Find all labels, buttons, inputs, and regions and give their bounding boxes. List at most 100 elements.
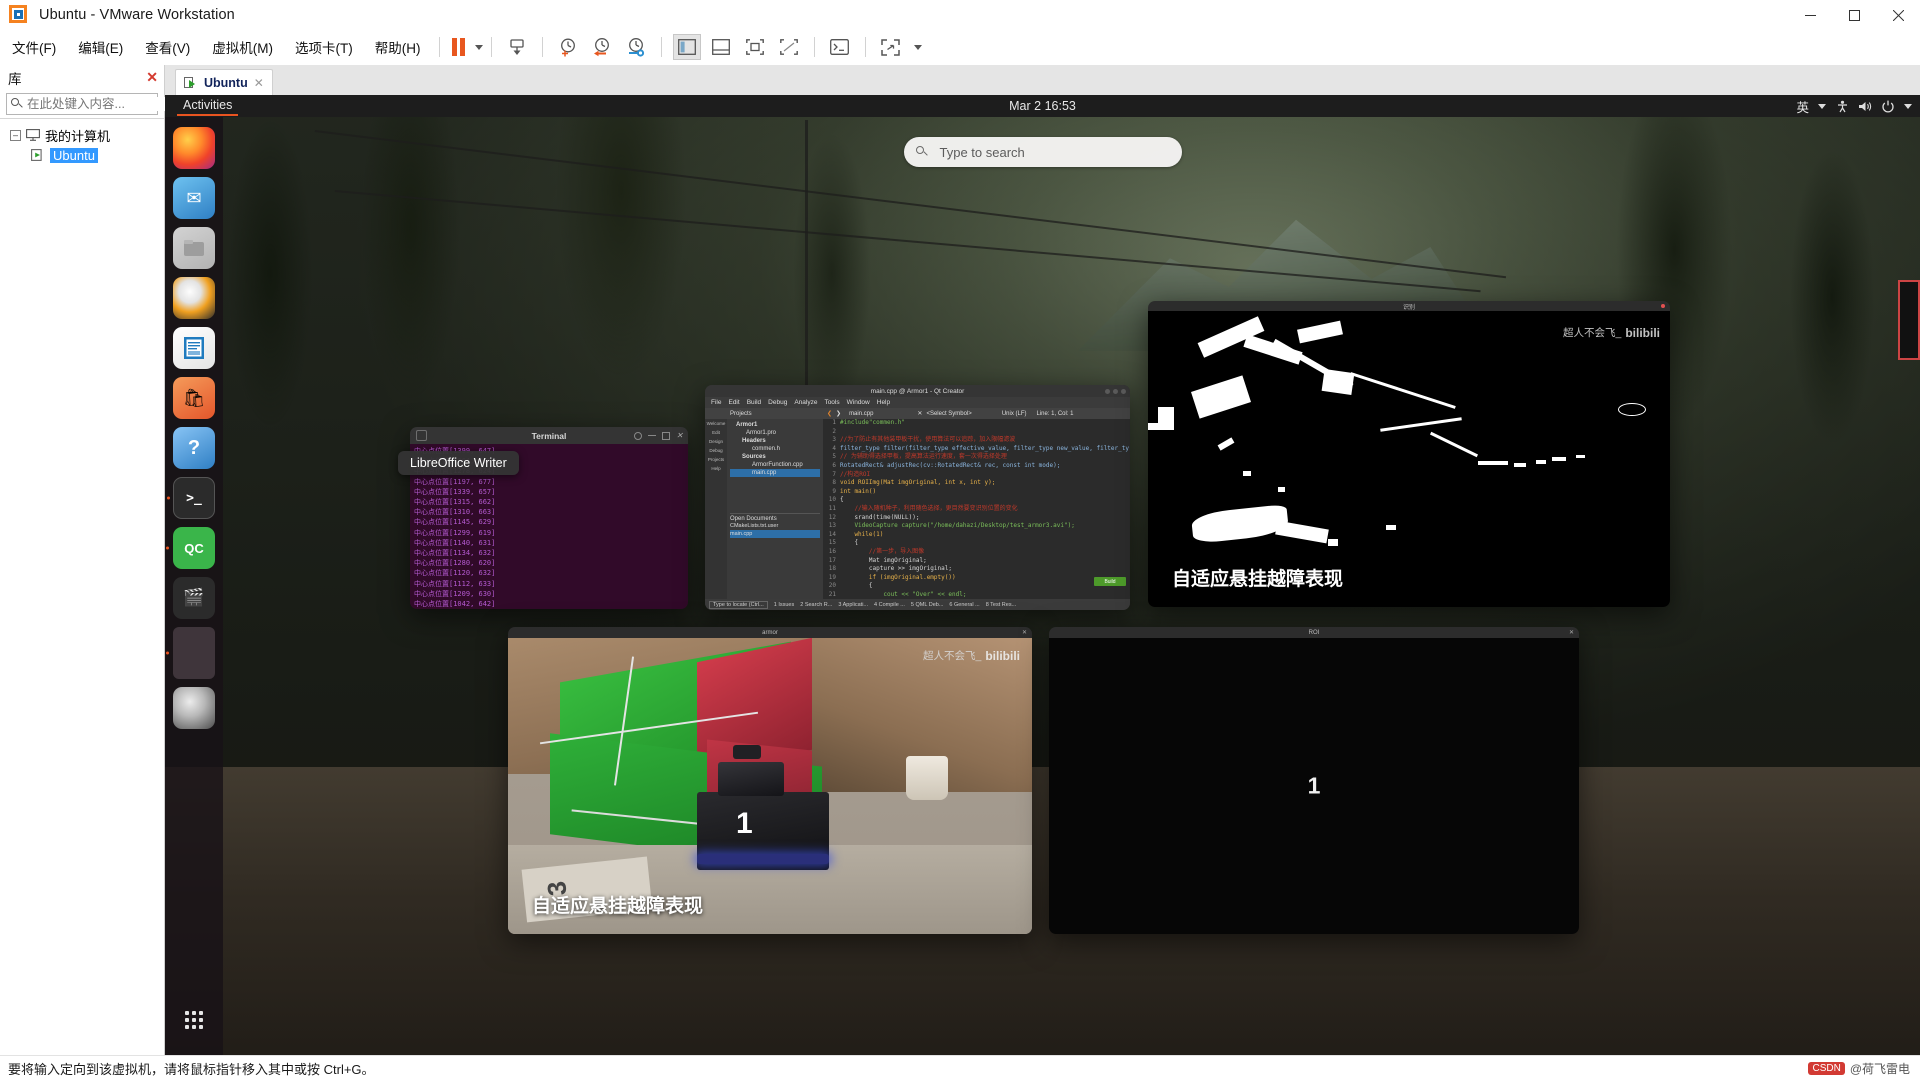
tree-item-ubuntu[interactable]: Ubuntu: [0, 145, 164, 165]
status-issues[interactable]: 1 Issues: [774, 602, 794, 608]
project-node[interactable]: commen.h: [730, 445, 820, 453]
dock-files[interactable]: [173, 227, 215, 269]
project-node[interactable]: Armor1.pro: [730, 429, 820, 437]
close-icon[interactable]: ✕: [1022, 629, 1027, 636]
send-ctrl-alt-del-icon[interactable]: [503, 34, 531, 60]
roi-window[interactable]: ROI ✕ 1: [1049, 627, 1579, 934]
menu-file[interactable]: 文件(F): [2, 33, 66, 61]
mode-help[interactable]: Help: [711, 466, 720, 472]
mode-welcome[interactable]: Welcome: [707, 421, 726, 427]
close-button[interactable]: [1876, 0, 1920, 30]
menu-edit[interactable]: 编辑(E): [68, 33, 133, 61]
show-sidebar-icon[interactable]: [672, 34, 701, 60]
gnome-clock[interactable]: Mar 2 16:53: [1009, 99, 1076, 113]
suspend-dropdown-caret-icon[interactable]: [474, 44, 483, 50]
locator-input[interactable]: Type to locate (Ctrl...: [709, 600, 768, 609]
qtcreator-window-controls[interactable]: [1105, 388, 1126, 394]
menu-view[interactable]: 查看(V): [135, 33, 200, 61]
mode-design[interactable]: Design: [709, 439, 723, 445]
suspend-icon[interactable]: [448, 36, 469, 58]
qt-menu-edit[interactable]: Edit: [728, 399, 739, 406]
dock-other-window[interactable]: [173, 627, 215, 679]
tree-expander-icon[interactable]: –: [10, 129, 21, 141]
project-node[interactable]: Sources: [730, 453, 820, 461]
open-document-selected[interactable]: main.cpp: [730, 530, 820, 538]
library-search-box[interactable]: [6, 93, 199, 115]
qt-menu-file[interactable]: File: [711, 399, 721, 406]
terminal-close-icon[interactable]: ✕: [676, 431, 683, 440]
qtcreator-project-tree[interactable]: Armor1 Armor1.pro Headers commen.h Sourc…: [727, 419, 823, 599]
project-node[interactable]: ArmorFunction.cpp: [730, 461, 820, 469]
status-general[interactable]: 6 General ...: [949, 602, 979, 608]
dock-dvd[interactable]: [173, 687, 215, 729]
status-app-output[interactable]: 3 Applicati...: [838, 602, 868, 608]
dock-show-applications[interactable]: [173, 999, 215, 1041]
qt-menu-build[interactable]: Build: [747, 399, 761, 406]
open-file-tab[interactable]: main.cpp: [849, 411, 873, 417]
tab-ubuntu[interactable]: Ubuntu ✕: [175, 69, 273, 95]
minimize-button[interactable]: [1788, 0, 1832, 30]
vm-console[interactable]: Activities Mar 2 16:53 英 Type to search …: [165, 95, 1920, 1055]
snapshot-revert-icon[interactable]: [588, 34, 616, 60]
tree-item-my-computer[interactable]: – 我的计算机: [0, 125, 164, 145]
scene-video-window[interactable]: armor ✕ 3 1 超人不会飞_ bilibili 自适应悬挂越障表现: [508, 627, 1032, 934]
mode-debug[interactable]: Debug: [709, 448, 722, 454]
status-search[interactable]: 2 Search R...: [800, 602, 832, 608]
project-node[interactable]: Headers: [730, 437, 820, 445]
menu-tabs[interactable]: 选项卡(T): [285, 33, 363, 61]
dock-thunderbird[interactable]: ✉: [173, 177, 215, 219]
dock-terminal[interactable]: >_: [173, 477, 215, 519]
dock-firefox[interactable]: [173, 127, 215, 169]
qt-menu-window[interactable]: Window: [847, 399, 870, 406]
dock-qtcreator[interactable]: QC: [173, 527, 215, 569]
keyboard-layout-indicator[interactable]: 英: [1796, 97, 1809, 116]
power-icon[interactable]: [1881, 99, 1895, 113]
terminal-titlebar[interactable]: Terminal ✕: [410, 427, 688, 444]
show-console-view-icon[interactable]: [707, 34, 735, 60]
snapshot-manager-icon[interactable]: [622, 34, 650, 60]
build-button[interactable]: Build: [1094, 577, 1126, 586]
menu-vm[interactable]: 虚拟机(M): [202, 33, 283, 61]
activities-button[interactable]: Activities: [177, 96, 239, 116]
maximize-button[interactable]: [1832, 0, 1876, 30]
close-icon[interactable]: ✕: [1569, 629, 1574, 636]
fullscreen-icon[interactable]: [877, 34, 905, 60]
unity-mode-icon[interactable]: [775, 34, 803, 60]
binary-window-titlebar[interactable]: 识别: [1148, 301, 1670, 311]
terminal-minimize-icon[interactable]: [648, 434, 657, 437]
dock-libreoffice-writer[interactable]: [173, 327, 215, 369]
terminal-maximize-icon[interactable]: [662, 431, 671, 440]
terminal-menu-icon[interactable]: [416, 430, 427, 441]
project-node[interactable]: Armor1: [730, 421, 820, 429]
qt-menu-help[interactable]: Help: [877, 399, 890, 406]
fullscreen-caret-icon[interactable]: [913, 44, 922, 50]
qtcreator-code-editor[interactable]: 1 #include"commen.h" 2 3//为了防止有其他装甲板干扰，使用…: [823, 419, 1130, 599]
nav-back-icon[interactable]: ❮: [827, 410, 832, 417]
qt-menu-tools[interactable]: Tools: [824, 399, 839, 406]
close-file-icon[interactable]: ✕: [917, 410, 922, 417]
dock-help[interactable]: ?: [173, 427, 215, 469]
keyboard-caret-icon[interactable]: [1818, 103, 1826, 109]
qtcreator-window[interactable]: main.cpp @ Armor1 - Qt Creator File Edit…: [705, 385, 1130, 610]
volume-icon[interactable]: [1858, 99, 1872, 113]
library-search-input[interactable]: [27, 97, 188, 111]
mode-projects[interactable]: Projects: [708, 457, 724, 463]
close-dot-icon[interactable]: [1661, 304, 1665, 308]
terminal-search-icon[interactable]: [634, 431, 643, 440]
status-compile[interactable]: 4 Compile ...: [874, 602, 905, 608]
scene-window-titlebar[interactable]: armor ✕: [508, 627, 1032, 638]
menu-help[interactable]: 帮助(H): [365, 33, 431, 61]
terminal-icon[interactable]: [826, 34, 854, 60]
qt-menu-debug[interactable]: Debug: [768, 399, 787, 406]
library-close-icon[interactable]: ✕: [146, 69, 158, 86]
project-node-selected[interactable]: main.cpp: [730, 469, 820, 477]
tab-close-icon[interactable]: ✕: [254, 76, 264, 90]
status-test-res[interactable]: 8 Test Res...: [986, 602, 1016, 608]
open-document[interactable]: CMakeLists.txt.user: [730, 522, 820, 530]
offscreen-window-edge[interactable]: [1898, 280, 1920, 360]
qtcreator-titlebar[interactable]: main.cpp @ Armor1 - Qt Creator: [705, 385, 1130, 397]
qt-menu-analyze[interactable]: Analyze: [794, 399, 817, 406]
accessibility-icon[interactable]: [1835, 99, 1849, 113]
status-qml-debug[interactable]: 5 QML Deb...: [911, 602, 944, 608]
binary-video-window[interactable]: 识别 超人不会飞_ bilibili 自适应悬挂越障表现: [1148, 301, 1670, 607]
